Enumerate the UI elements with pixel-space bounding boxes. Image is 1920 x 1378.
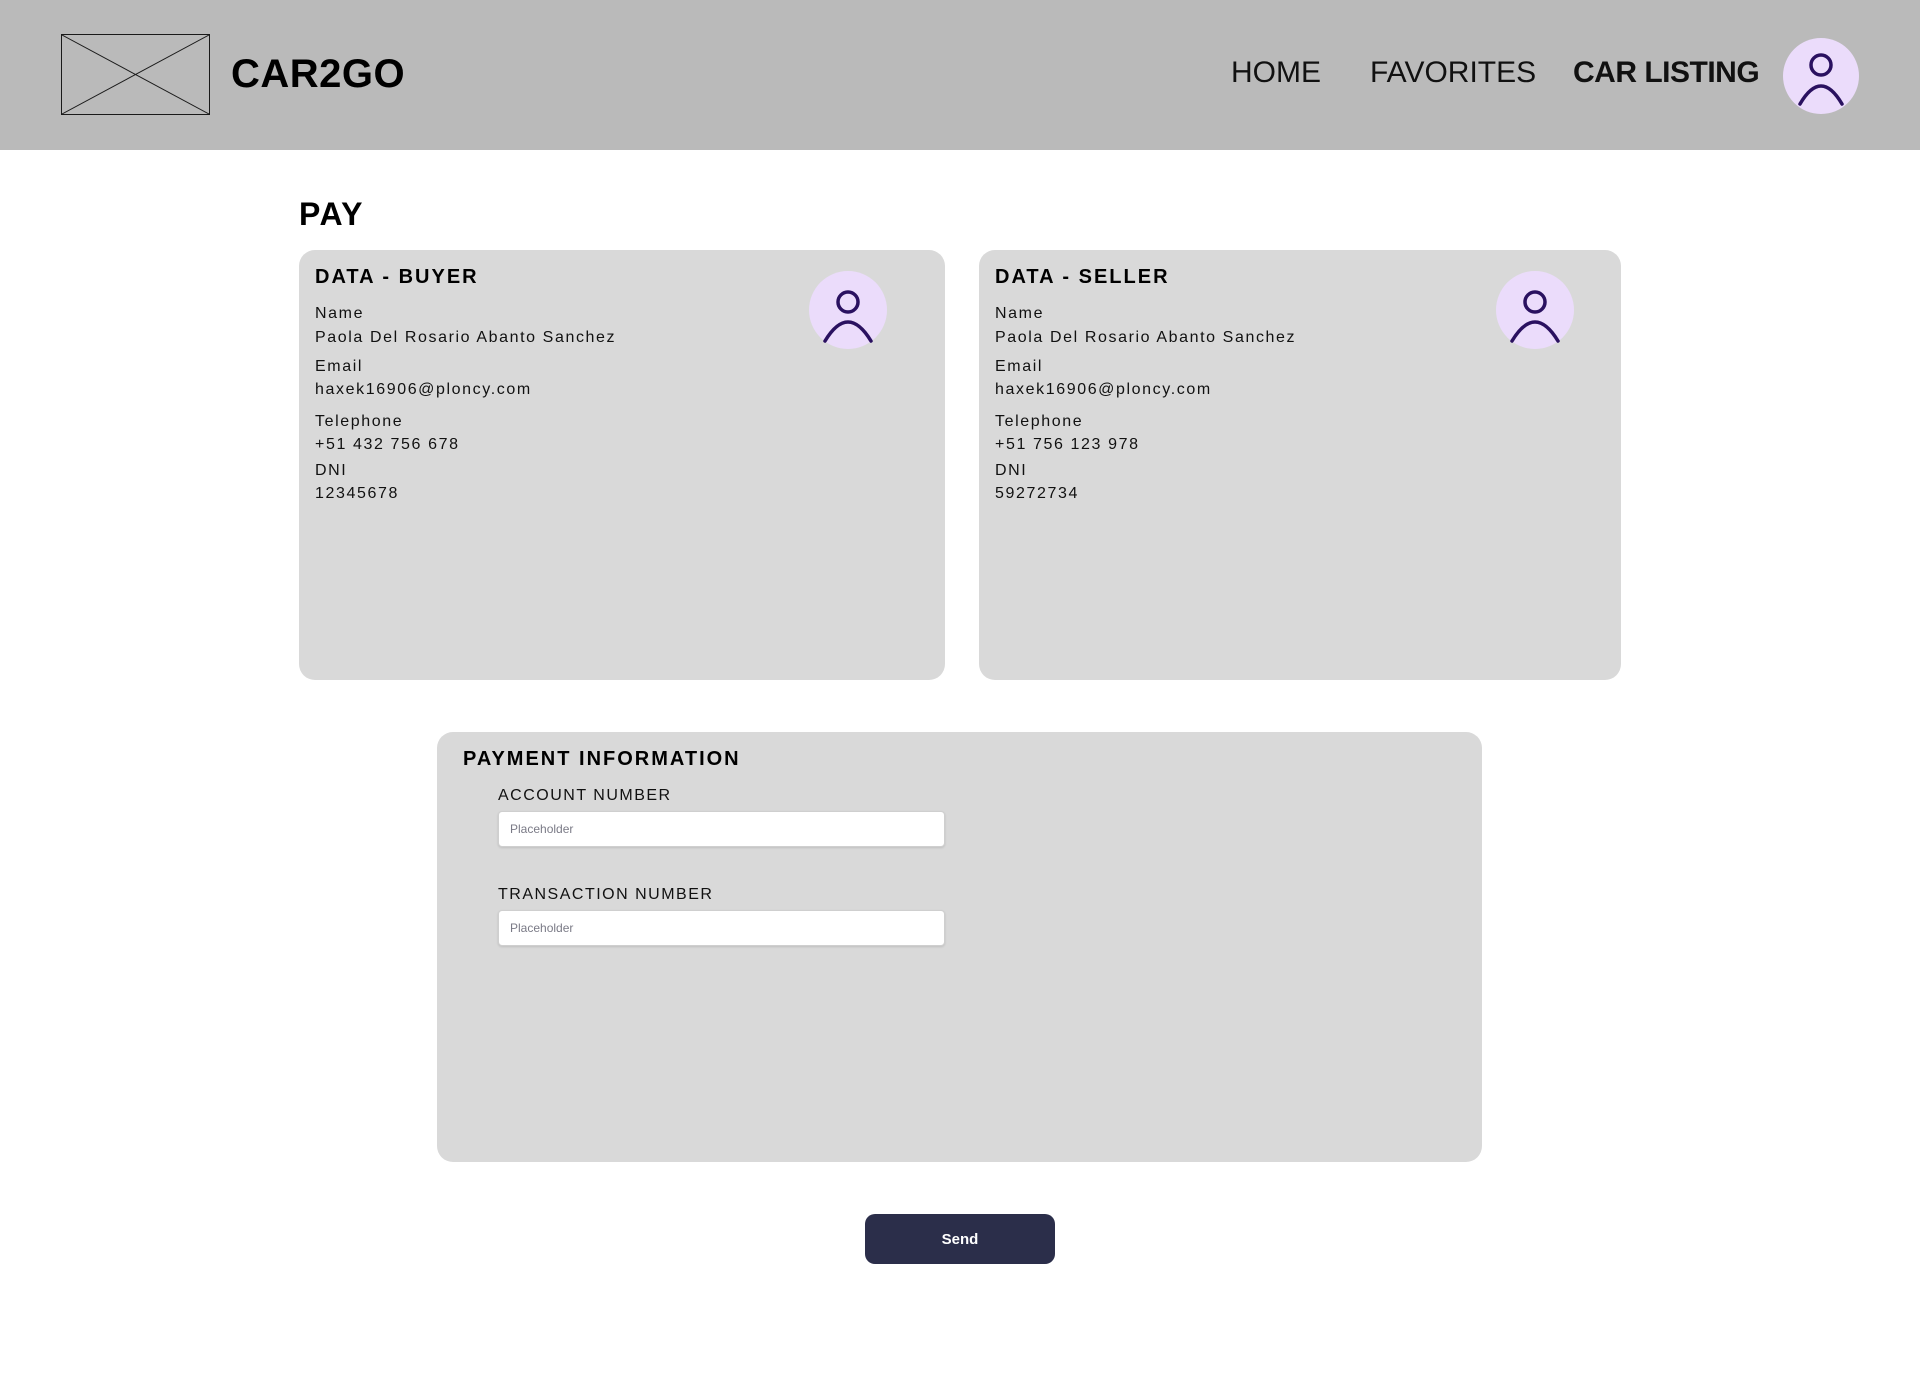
- buyer-dni-label: DNI: [315, 462, 348, 479]
- seller-card: DATA - SELLER Name Paola Del Rosario Aba…: [979, 250, 1621, 680]
- brand-name[interactable]: CAR2GO: [231, 52, 405, 97]
- buyer-email-label: Email: [315, 358, 364, 375]
- nav-favorites[interactable]: FAVORITES: [1370, 56, 1536, 90]
- header: CAR2GO HOME FAVORITES CAR LISTING: [0, 0, 1920, 150]
- nav-car-listing[interactable]: CAR LISTING: [1573, 56, 1760, 90]
- transaction-number-label: TRANSACTION NUMBER: [498, 886, 714, 903]
- buyer-name-value: Paola Del Rosario Abanto Sanchez: [315, 329, 617, 346]
- buyer-telephone-value: +51 432 756 678: [315, 436, 460, 453]
- seller-name-value: Paola Del Rosario Abanto Sanchez: [995, 329, 1297, 346]
- logo-placeholder-icon[interactable]: [61, 34, 210, 115]
- seller-telephone-value: +51 756 123 978: [995, 436, 1140, 453]
- payment-information-panel: PAYMENT INFORMATION ACCOUNT NUMBER TRANS…: [437, 732, 1482, 1162]
- account-number-label: ACCOUNT NUMBER: [498, 787, 672, 804]
- seller-card-title: DATA - SELLER: [995, 266, 1170, 288]
- buyer-name-label: Name: [315, 305, 365, 322]
- account-number-input[interactable]: [498, 811, 945, 847]
- seller-email-value: haxek16906@ploncy.com: [995, 381, 1212, 398]
- buyer-dni-value: 12345678: [315, 485, 399, 502]
- buyer-telephone-label: Telephone: [315, 413, 404, 430]
- buyer-user-icon: [809, 271, 887, 349]
- send-button[interactable]: Send: [865, 1214, 1055, 1264]
- transaction-number-input[interactable]: [498, 910, 945, 946]
- buyer-email-value: haxek16906@ploncy.com: [315, 381, 532, 398]
- seller-email-label: Email: [995, 358, 1044, 375]
- nav-home[interactable]: HOME: [1231, 56, 1321, 90]
- buyer-card: DATA - BUYER Name Paola Del Rosario Aban…: [299, 250, 945, 680]
- seller-telephone-label: Telephone: [995, 413, 1084, 430]
- seller-dni-value: 59272734: [995, 485, 1079, 502]
- buyer-card-title: DATA - BUYER: [315, 266, 479, 288]
- seller-dni-label: DNI: [995, 462, 1028, 479]
- page-title: PAY: [299, 196, 364, 232]
- seller-user-icon: [1496, 271, 1574, 349]
- seller-name-label: Name: [995, 305, 1045, 322]
- profile-avatar-user-icon[interactable]: [1783, 38, 1859, 114]
- payment-information-title: PAYMENT INFORMATION: [463, 748, 741, 770]
